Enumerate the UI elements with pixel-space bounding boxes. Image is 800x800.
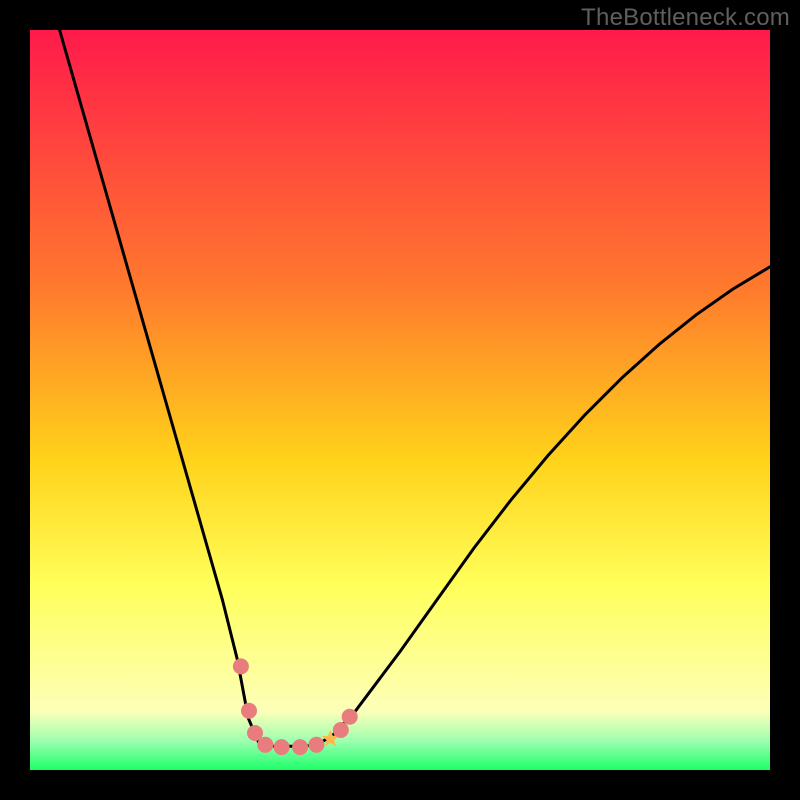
marker-dot-left-1	[233, 658, 249, 674]
marker-dot-right-1	[333, 722, 349, 738]
marker-dot-mid-1	[257, 737, 273, 753]
chart-frame	[30, 30, 770, 770]
marker-dot-mid-2	[274, 739, 290, 755]
watermark-text: TheBottleneck.com	[581, 4, 790, 32]
gradient-background	[30, 30, 770, 770]
marker-dot-left-2	[241, 703, 257, 719]
marker-dot-right-2	[342, 709, 358, 725]
bottleneck-chart	[30, 30, 770, 770]
marker-dot-mid-3	[292, 739, 308, 755]
marker-dot-mid-4	[308, 737, 324, 753]
